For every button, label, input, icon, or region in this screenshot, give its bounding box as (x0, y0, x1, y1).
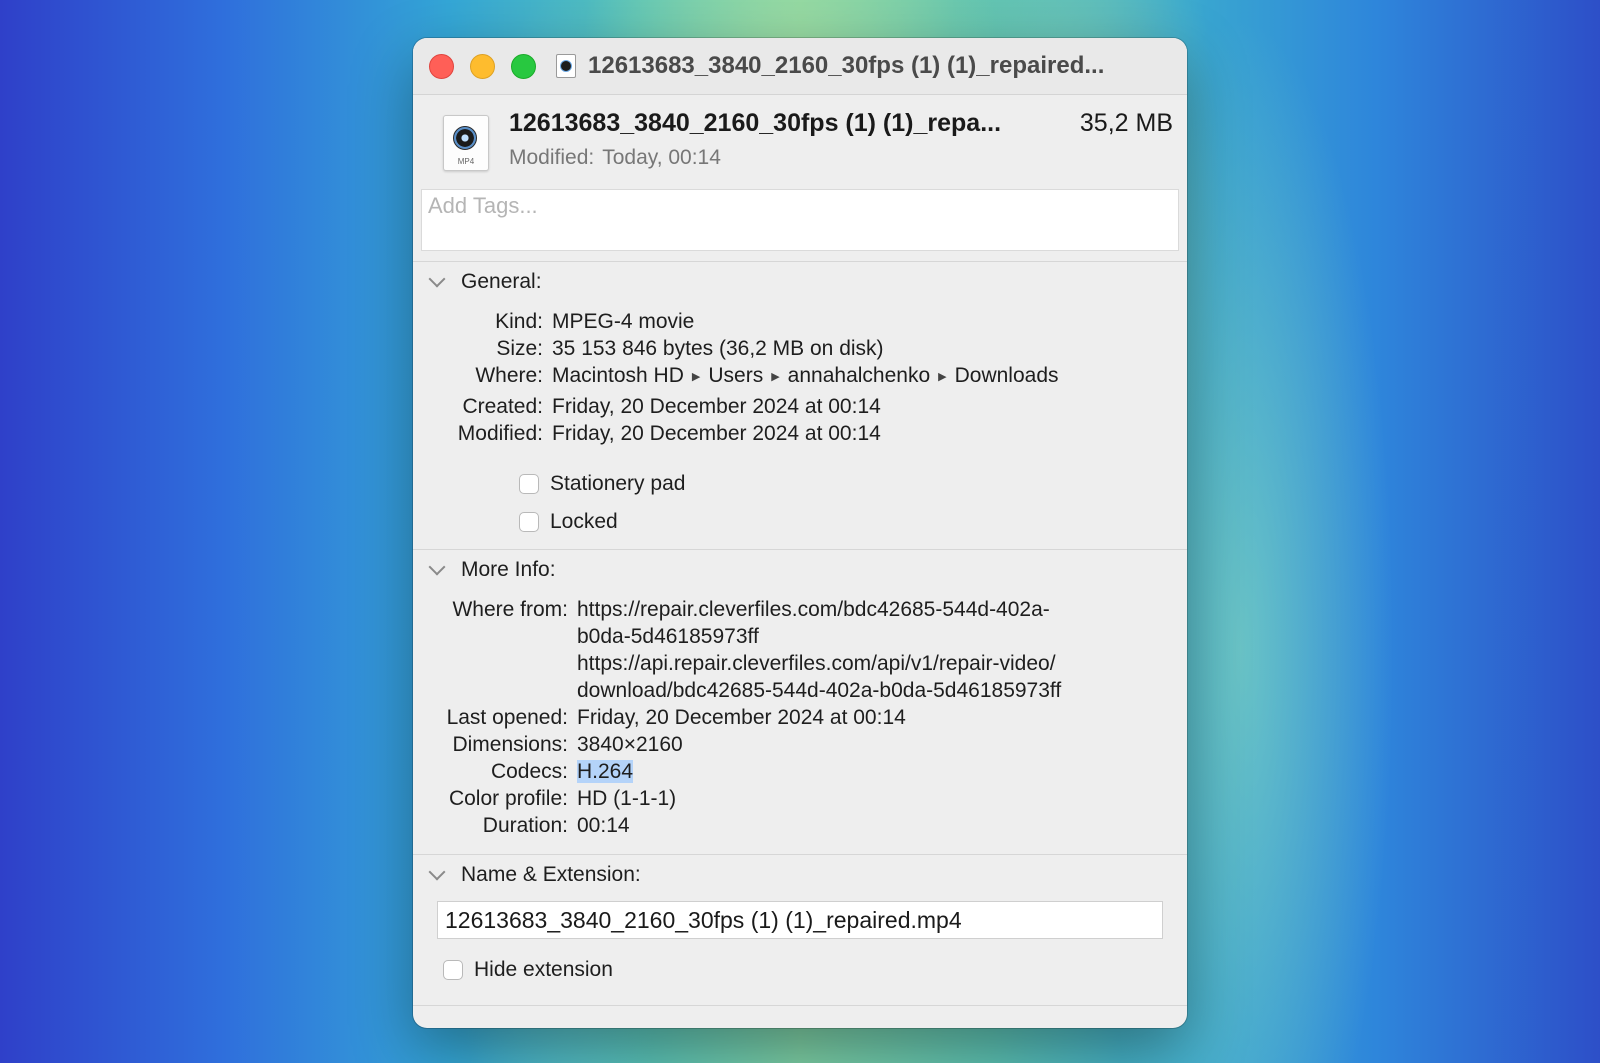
kind-label: Kind: (495, 310, 543, 333)
codecs-label: Codecs: (490, 760, 568, 783)
last-opened-label: Last opened: (446, 706, 568, 729)
modified-value: Today, 00:14 (602, 146, 721, 169)
where-path: Macintosh HD ▶ Users ▶ annahalchenko ▶ Downloa… (543, 362, 1059, 393)
dimensions-label: Dimensions: (452, 733, 568, 756)
last-opened-value: Friday, 20 December 2024 at 00:14 (577, 706, 906, 729)
quicktime-lens-icon (453, 126, 477, 150)
file-name-field[interactable]: 12613683_3840_2160_30fps (1) (1)_repaire… (437, 901, 1163, 939)
stationery-pad-checkbox[interactable] (519, 474, 539, 494)
title-bar[interactable]: 12613683_3840_2160_30fps (1) (1)_repaire… (413, 38, 1187, 95)
path-separator-icon: ▶ (938, 371, 947, 383)
file-summary: MP4 12613683_3840_2160_30fps (1) (1)_rep… (413, 95, 1187, 183)
created-value: Friday, 20 December 2024 at 00:14 (552, 395, 881, 418)
modified-date-label: Modified: (457, 422, 543, 445)
modified-label: Modified: (509, 146, 595, 169)
more-info-details: Where from: https://repair.cleverfiles.c… (413, 590, 1187, 843)
hide-extension-checkbox[interactable] (443, 960, 463, 980)
where-row: Where: Macintosh HD ▶ Users ▶ annahalchenko ▶… (413, 362, 1187, 393)
where-from-line: https://repair.cleverfiles.com/bdc42685-… (577, 598, 1050, 621)
path-item[interactable]: annahalchenko (788, 364, 930, 387)
hide-extension-option[interactable]: Hide extension (413, 951, 1187, 989)
name-extension-heading: Name & Extension: (461, 863, 641, 886)
minimize-window-button[interactable] (470, 53, 495, 79)
locked-checkbox[interactable] (519, 512, 539, 532)
stationery-pad-option[interactable]: Stationery pad (519, 465, 1187, 503)
chevron-down-icon (428, 558, 446, 576)
where-label: Where: (475, 364, 543, 387)
movie-file-icon (556, 54, 576, 78)
name-extension-section: Name & Extension: 12613683_3840_2160_30f… (413, 854, 1187, 1005)
path-separator-icon: ▶ (691, 371, 701, 383)
general-section-toggle[interactable]: General: (413, 262, 1187, 302)
chevron-down-icon (428, 270, 446, 288)
color-profile-value: HD (1-1-1) (577, 787, 677, 810)
mp4-file-icon: MP4 (443, 115, 489, 171)
locked-label: Locked (550, 510, 618, 533)
last-opened-row: Last opened: Friday, 20 December 2024 at… (413, 704, 1187, 731)
add-tags-field[interactable]: Add Tags... (421, 189, 1179, 251)
locked-option[interactable]: Locked (519, 503, 1187, 541)
codecs-value-wrap: H.264 (568, 758, 634, 785)
dimensions-row: Dimensions: 3840×2160 (413, 731, 1187, 758)
created-label: Created: (462, 395, 543, 418)
name-extension-section-toggle[interactable]: Name & Extension: (413, 855, 1187, 895)
general-options: Stationery pad Locked (413, 465, 1187, 541)
close-window-button[interactable] (429, 53, 454, 79)
color-profile-label: Color profile: (448, 787, 568, 810)
size-label: Size: (496, 337, 543, 360)
more-info-heading: More Info: (461, 558, 556, 581)
codecs-value[interactable]: H.264 (577, 760, 634, 783)
general-heading: General: (461, 270, 542, 293)
where-from-value: https://repair.cleverfiles.com/bdc42685-… (568, 596, 1061, 704)
color-profile-row: Color profile: HD (1-1-1) (413, 785, 1187, 812)
duration-value: 00:14 (577, 814, 630, 837)
where-from-label: Where from: (452, 598, 568, 621)
chevron-down-icon (428, 863, 446, 881)
general-details: Kind: MPEG-4 movie Size: 35 153 846 byte… (413, 302, 1187, 451)
window-title: 12613683_3840_2160_30fps (1) (1)_repaire… (588, 52, 1105, 79)
duration-label: Duration: (482, 814, 568, 837)
path-separator-icon: ▶ (771, 371, 780, 383)
file-name-title: 12613683_3840_2160_30fps (1) (1)_repa... (509, 109, 1002, 137)
file-size: 35,2 MB (1079, 109, 1173, 137)
modified-row: Modified: Friday, 20 December 2024 at 00… (413, 420, 1187, 447)
modified-date-value: Friday, 20 December 2024 at 00:14 (552, 422, 881, 445)
path-item[interactable]: Downloads (955, 364, 1059, 387)
created-row: Created: Friday, 20 December 2024 at 00:… (413, 393, 1187, 420)
get-info-window: 12613683_3840_2160_30fps (1) (1)_repaire… (413, 38, 1187, 1028)
hide-extension-label: Hide extension (474, 958, 613, 981)
kind-value: MPEG-4 movie (552, 310, 695, 333)
where-from-line: https://api.repair.cleverfiles.com/api/v… (577, 652, 1056, 675)
where-from-line: download/bdc42685-544d-402a-b0da-5d46185… (577, 679, 1062, 702)
dimensions-value: 3840×2160 (577, 733, 683, 756)
stationery-pad-label: Stationery pad (550, 472, 686, 495)
size-row: Size: 35 153 846 bytes (36,2 MB on disk) (413, 335, 1187, 362)
general-section: General: Kind: MPEG-4 movie Size: 35 153… (413, 261, 1187, 549)
zoom-window-button[interactable] (511, 53, 536, 79)
where-from-line: b0da-5d46185973ff (577, 625, 759, 648)
file-extension-badge: MP4 (457, 157, 475, 166)
path-item[interactable]: Users (708, 364, 763, 387)
next-section-edge (413, 1005, 1187, 1026)
codecs-row: Codecs: H.264 (413, 758, 1187, 785)
more-info-section: More Info: Where from: https://repair.cl… (413, 549, 1187, 854)
file-modified: Modified: Today, 00:14 (509, 146, 721, 170)
more-info-section-toggle[interactable]: More Info: (413, 550, 1187, 590)
kind-row: Kind: MPEG-4 movie (413, 308, 1187, 335)
size-value: 35 153 846 bytes (36,2 MB on disk) (552, 337, 884, 360)
where-from-row: Where from: https://repair.cleverfiles.c… (413, 596, 1187, 704)
duration-row: Duration: 00:14 (413, 812, 1187, 839)
path-item[interactable]: Macintosh HD (552, 364, 684, 387)
